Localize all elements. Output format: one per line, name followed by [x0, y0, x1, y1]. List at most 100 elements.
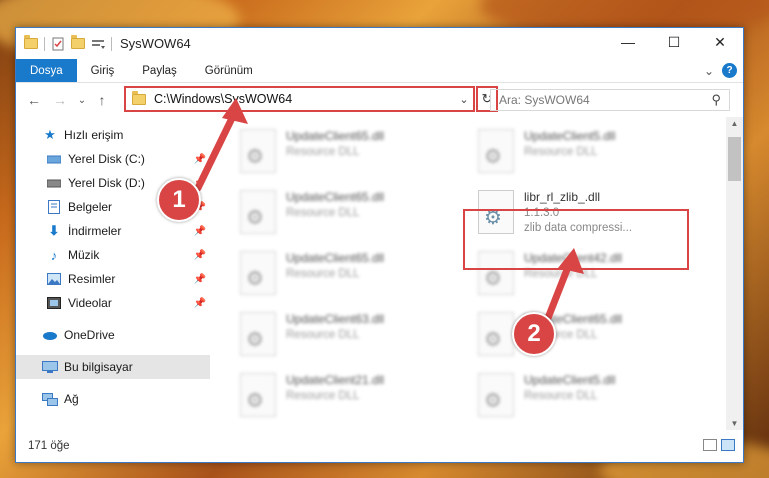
tab-paylas[interactable]: Paylaş	[128, 59, 191, 82]
sidebar-item-label: Müzik	[68, 248, 100, 262]
view-switcher	[703, 439, 735, 451]
sidebar-item-videos[interactable]: Videolar 📌	[16, 291, 210, 315]
dll-file-icon: ⚙	[478, 312, 514, 356]
sidebar-item-this-pc[interactable]: Bu bilgisayar	[16, 355, 210, 379]
new-folder-icon[interactable]	[71, 35, 85, 49]
tiles-view-icon[interactable]	[721, 439, 735, 451]
back-button[interactable]: ←	[24, 92, 44, 108]
file-name: UpdateClient5.dll	[524, 129, 616, 143]
target-highlight-box	[463, 209, 689, 270]
forward-button[interactable]: →	[50, 92, 70, 108]
details-view-icon[interactable]	[703, 439, 717, 451]
pictures-icon	[46, 271, 62, 287]
pin-icon[interactable]: 📌	[194, 274, 206, 285]
scroll-down-icon[interactable]: ▼	[726, 419, 743, 428]
sidebar-item-pictures[interactable]: Resimler 📌	[16, 267, 210, 291]
divider	[111, 36, 112, 51]
pin-icon[interactable]: 📌	[194, 250, 206, 261]
file-name: UpdateClient21.dll	[286, 373, 385, 387]
pin-icon[interactable]: 📌	[194, 154, 206, 165]
file-description: Resource DLL	[286, 146, 360, 158]
expand-ribbon-icon[interactable]: ⌄	[704, 64, 714, 78]
drive-icon	[46, 175, 62, 191]
list-item[interactable]: ⚙ UpdateClient63.dll Resource DLL	[234, 306, 472, 367]
folder-icon[interactable]	[24, 35, 38, 49]
pin-icon[interactable]: 📌	[194, 226, 206, 237]
ribbon-tabs: Dosya Giriş Paylaş Görünüm ⌄ ?	[16, 59, 743, 83]
window-controls: — ☐ ✕	[605, 28, 743, 56]
list-item[interactable]: ⚙ UpdateClient21.dll Resource DLL	[234, 367, 472, 428]
step-1-callout: 1	[157, 178, 201, 222]
star-icon: ★	[44, 127, 56, 142]
dll-file-icon: ⚙	[240, 129, 276, 173]
chevron-down-icon[interactable]: ⌄	[455, 93, 473, 106]
sidebar-item-quick-access[interactable]: ★ Hızlı erişim	[16, 123, 210, 147]
documents-icon	[46, 199, 62, 215]
sidebar-item-network[interactable]: Ağ	[16, 387, 210, 411]
tab-giris[interactable]: Giriş	[77, 59, 129, 82]
maximize-button[interactable]: ☐	[651, 28, 697, 56]
tab-gorunum[interactable]: Görünüm	[191, 59, 267, 82]
sidebar-item-music[interactable]: ♪ Müzik 📌	[16, 243, 210, 267]
list-item[interactable]: ⚙ UpdateClient5.dll Resource DLL	[472, 367, 710, 428]
file-description: Resource DLL	[286, 329, 360, 341]
dll-file-icon: ⚙	[240, 190, 276, 234]
properties-icon[interactable]	[51, 37, 65, 51]
ribbon-controls: ⌄ ?	[704, 63, 737, 78]
file-name: UpdateClient65.dll	[286, 251, 385, 265]
sidebar-item-label: Hızlı erişim	[64, 128, 124, 142]
sidebar-item-local-disk-c[interactable]: Yerel Disk (C:) 📌	[16, 147, 210, 171]
list-item[interactable]: ⚙ UpdateClient65.dll Resource DLL	[234, 245, 472, 306]
video-icon	[46, 295, 62, 311]
list-item[interactable]: ⚙ UpdateClient65.dll Resource DLL	[234, 123, 472, 184]
address-bar[interactable]: C:\Windows\SysWOW64 ⌄	[124, 86, 475, 112]
scrollbar-thumb[interactable]	[728, 137, 741, 181]
dll-file-icon: ⚙	[478, 373, 514, 417]
sidebar-item-label: Yerel Disk (C:)	[68, 152, 145, 166]
list-item[interactable]: ⚙ UpdateClient5.dll Resource DLL	[472, 123, 710, 184]
tab-dosya[interactable]: Dosya	[16, 59, 77, 82]
sidebar-item-label: Belgeler	[68, 200, 113, 214]
sidebar-item-label: Ağ	[64, 392, 79, 406]
list-item[interactable]: ⚙ UpdateClient65.dll Resource DLL	[234, 184, 472, 245]
sidebar-item-onedrive[interactable]: OneDrive	[16, 323, 210, 347]
main-content: ★ Hızlı erişim Yerel Disk (C:) 📌 Yerel D…	[16, 117, 743, 430]
search-icon[interactable]: ⚲	[711, 92, 721, 108]
search-input[interactable]: Ara: SysWOW64 ⚲	[490, 89, 730, 111]
minimize-button[interactable]: —	[605, 28, 651, 56]
download-icon: ⬇	[48, 223, 60, 238]
file-name: UpdateClient63.dll	[286, 312, 385, 326]
title-bar: SysWOW64 — ☐ ✕	[16, 28, 743, 59]
cloud-icon	[42, 327, 58, 343]
scroll-up-icon[interactable]: ▲	[726, 119, 743, 128]
sidebar-item-label: Videolar	[68, 296, 112, 310]
sidebar-item-label: OneDrive	[64, 328, 115, 342]
up-button[interactable]: ↑	[92, 92, 112, 108]
dll-file-icon: ⚙	[240, 373, 276, 417]
network-icon	[42, 391, 58, 407]
file-grid: ⚙ UpdateClient65.dll Resource DLL ⚙ Updat…	[234, 123, 710, 428]
computer-icon	[42, 359, 58, 375]
pin-icon[interactable]: 📌	[194, 298, 206, 309]
file-name: UpdateClient5.dll	[524, 373, 616, 387]
drive-icon	[46, 151, 62, 167]
list-item[interactable]: ⚙ UpdateClient65.dll Resource DLL	[472, 306, 710, 367]
customize-toolbar-icon[interactable]	[91, 37, 105, 51]
file-name: libr_rl_zlib_.dll	[524, 190, 601, 204]
sidebar-item-label: Resimler	[68, 272, 116, 286]
file-name: UpdateClient65.dll	[286, 129, 385, 143]
close-button[interactable]: ✕	[697, 28, 743, 56]
sidebar-item-label: Bu bilgisayar	[64, 360, 133, 374]
sidebar-item-label: Yerel Disk (D:)	[68, 176, 145, 190]
vertical-scrollbar[interactable]: ▲ ▼	[726, 117, 743, 430]
help-icon[interactable]: ?	[722, 63, 737, 78]
recent-locations-button[interactable]: ⌄	[72, 95, 92, 106]
window-title: SysWOW64	[120, 36, 191, 51]
sidebar-item-downloads[interactable]: ⬇ İndirmeler 📌	[16, 219, 210, 243]
item-count: 171 öğe	[28, 440, 70, 452]
dll-file-icon: ⚙	[478, 129, 514, 173]
navigation-pane: ★ Hızlı erişim Yerel Disk (C:) 📌 Yerel D…	[16, 117, 210, 430]
file-list: ⚙ UpdateClient65.dll Resource DLL ⚙ Updat…	[210, 117, 743, 430]
address-path[interactable]: C:\Windows\SysWOW64	[154, 92, 455, 106]
status-bar: 171 öğe	[16, 430, 743, 462]
